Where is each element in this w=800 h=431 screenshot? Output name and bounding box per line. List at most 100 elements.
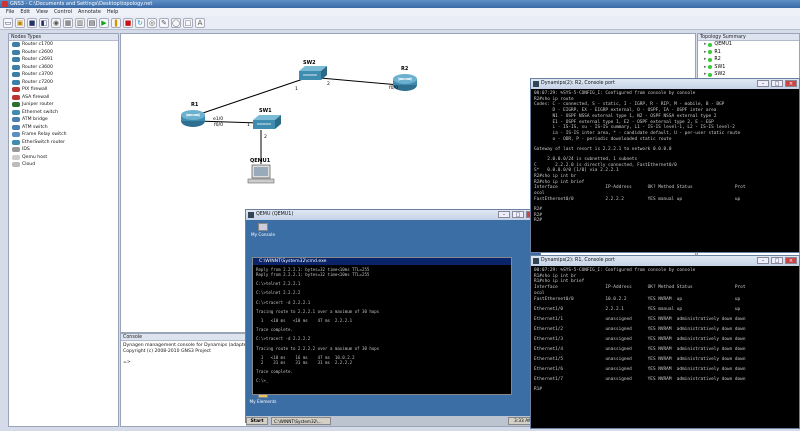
r1-console-titlebar: Dynamips(2): R1, Console port – □ × bbox=[531, 256, 799, 266]
menu-help[interactable]: Help bbox=[107, 8, 118, 16]
node-type-item[interactable]: ATM switch bbox=[9, 124, 118, 132]
topology-summary-title: Topology Summary bbox=[698, 34, 799, 41]
topology-summary-item[interactable]: ▸ R1 bbox=[698, 49, 799, 57]
label-sw1: SW1 bbox=[259, 108, 272, 114]
node-type-item[interactable]: EtherSwitch router bbox=[9, 139, 118, 147]
maximize-button[interactable]: □ bbox=[771, 257, 783, 264]
r1-console-window[interactable]: Dynamips(2): R1, Console port – □ × 00:0… bbox=[530, 255, 800, 429]
minimize-button[interactable]: – bbox=[498, 211, 510, 218]
save-icon[interactable]: ■ bbox=[27, 17, 37, 28]
node-type-item[interactable]: ATM bridge bbox=[9, 116, 118, 124]
node-type-label: ATM switch bbox=[22, 124, 48, 130]
topology-summary-item[interactable]: ▸ R2 bbox=[698, 56, 799, 64]
link-label-sw2-2: 2 bbox=[327, 81, 330, 87]
text-icon[interactable]: A bbox=[195, 17, 205, 28]
qemu-host-icon[interactable] bbox=[247, 164, 275, 184]
grid-icon[interactable]: ▦ bbox=[63, 17, 73, 28]
node-type-icon bbox=[12, 139, 20, 145]
expand-arrow-icon[interactable]: ▸ bbox=[704, 57, 706, 62]
node-type-label: IDS bbox=[22, 147, 30, 153]
node-type-item[interactable]: Frame Relay switch bbox=[9, 131, 118, 139]
pause-icon[interactable]: ❚ bbox=[111, 17, 121, 28]
new-icon[interactable]: ▭ bbox=[3, 17, 13, 28]
close-button[interactable]: × bbox=[785, 80, 797, 87]
start-button[interactable]: Start bbox=[246, 417, 268, 425]
guest-desktop: My Console My Elements C:\WINNT\System32… bbox=[246, 220, 540, 426]
maximize-button[interactable]: □ bbox=[771, 80, 783, 87]
menu-edit[interactable]: Edit bbox=[20, 8, 30, 16]
reload-icon[interactable]: ↻ bbox=[135, 17, 145, 28]
router-r1-icon[interactable] bbox=[181, 110, 205, 127]
start-icon[interactable]: ▶ bbox=[99, 17, 109, 28]
status-dot-icon bbox=[708, 65, 713, 70]
topology-summary-label: R1 bbox=[714, 49, 721, 55]
cmd-output: Reply from 2.2.2.1: bytes=32 time<10ms T… bbox=[253, 265, 511, 385]
draw-icon[interactable]: ✎ bbox=[159, 17, 169, 28]
my-console-desktop-icon[interactable]: My Console bbox=[248, 223, 278, 237]
node-type-label: Router c2691 bbox=[22, 57, 53, 63]
taskbar-cmd-button[interactable]: C:\WINNT\System32\... bbox=[271, 417, 331, 425]
ellipse-icon[interactable]: ◯ bbox=[171, 17, 181, 28]
app-icon bbox=[2, 1, 8, 7]
screenshot-icon[interactable]: ◉ bbox=[51, 17, 61, 28]
label-r2: R2 bbox=[401, 66, 409, 72]
node-type-icon bbox=[12, 147, 20, 153]
node-type-item[interactable]: Juniper router bbox=[9, 101, 118, 109]
node-type-label: ASA firewall bbox=[22, 94, 50, 100]
save-as-icon[interactable]: ◧ bbox=[39, 17, 49, 28]
window-title: GNS3 - C:\Documents and Settings\Desktop… bbox=[10, 1, 153, 7]
node-type-item[interactable]: Router c3700 bbox=[9, 71, 118, 79]
menu-view[interactable]: View bbox=[36, 8, 48, 16]
node-type-icon bbox=[12, 94, 20, 100]
switch-sw1-icon[interactable] bbox=[253, 115, 281, 129]
menu-file[interactable]: File bbox=[6, 8, 14, 16]
menu-control[interactable]: Control bbox=[54, 8, 72, 16]
cmd-window[interactable]: C:\WINNT\System32\cmd.exe Reply from 2.2… bbox=[252, 257, 512, 395]
node-type-label: Qemu host bbox=[22, 154, 48, 160]
node-type-item[interactable]: Qemu host bbox=[9, 154, 118, 162]
node-type-item[interactable]: Router c2600 bbox=[9, 49, 118, 57]
capture-icon[interactable]: ◎ bbox=[147, 17, 157, 28]
node-type-item[interactable]: Router c3600 bbox=[9, 64, 118, 72]
close-button[interactable]: × bbox=[785, 257, 797, 264]
stop-icon[interactable]: ■ bbox=[123, 17, 133, 28]
terminal-icon bbox=[533, 81, 539, 87]
maximize-button[interactable]: □ bbox=[512, 211, 524, 218]
node-type-item[interactable]: Router c1700 bbox=[9, 41, 118, 49]
node-type-item[interactable]: Router c7200 bbox=[9, 79, 118, 87]
rect-icon[interactable]: □ bbox=[183, 17, 193, 28]
expand-arrow-icon[interactable]: ▸ bbox=[704, 50, 706, 55]
switch-sw2-icon[interactable] bbox=[299, 66, 327, 80]
qemu-window-title: QEMU (QEMU1) bbox=[256, 212, 294, 217]
menu-bar: File Edit View Control Annotate Help bbox=[0, 8, 800, 16]
r2-console-titlebar: Dynamips(2): R2, Console port – □ × bbox=[531, 79, 799, 89]
label-sw2: SW2 bbox=[303, 60, 316, 66]
snap-icon[interactable]: ▥ bbox=[75, 17, 85, 28]
r2-console-window[interactable]: Dynamips(2): R2, Console port – □ × 00:0… bbox=[530, 78, 800, 253]
node-type-icon bbox=[12, 124, 20, 130]
node-type-item[interactable]: PIX firewall bbox=[9, 86, 118, 94]
node-type-label: Router c1700 bbox=[22, 42, 53, 48]
node-type-label: Frame Relay switch bbox=[22, 132, 67, 138]
topology-summary-item[interactable]: ▸ SW1 bbox=[698, 64, 799, 72]
menu-annotate[interactable]: Annotate bbox=[78, 8, 101, 16]
node-type-label: Router c2600 bbox=[22, 49, 53, 55]
minimize-button[interactable]: – bbox=[757, 80, 769, 87]
topology-summary-item[interactable]: ▸ QEMU1 bbox=[698, 41, 799, 49]
expand-arrow-icon[interactable]: ▸ bbox=[704, 65, 706, 70]
qemu-window[interactable]: QEMU (QEMU1) – □ × My Console My Element… bbox=[245, 209, 541, 426]
r2-console-title: Dynamips(2): R2, Console port bbox=[541, 81, 615, 86]
node-type-item[interactable]: IDS bbox=[9, 146, 118, 154]
expand-arrow-icon[interactable]: ▸ bbox=[704, 72, 706, 77]
node-type-icon bbox=[12, 64, 20, 70]
node-type-item[interactable]: Cloud bbox=[9, 161, 118, 169]
status-dot-icon bbox=[708, 42, 713, 47]
node-type-item[interactable]: Router c2691 bbox=[9, 56, 118, 64]
node-type-item[interactable]: ASA firewall bbox=[9, 94, 118, 102]
expand-arrow-icon[interactable]: ▸ bbox=[704, 42, 706, 47]
node-type-item[interactable]: Ethernet switch bbox=[9, 109, 118, 117]
node-type-icon bbox=[12, 162, 20, 168]
open-icon[interactable]: ▣ bbox=[15, 17, 25, 28]
minimize-button[interactable]: – bbox=[757, 257, 769, 264]
console-icon[interactable]: ▤ bbox=[87, 17, 97, 28]
